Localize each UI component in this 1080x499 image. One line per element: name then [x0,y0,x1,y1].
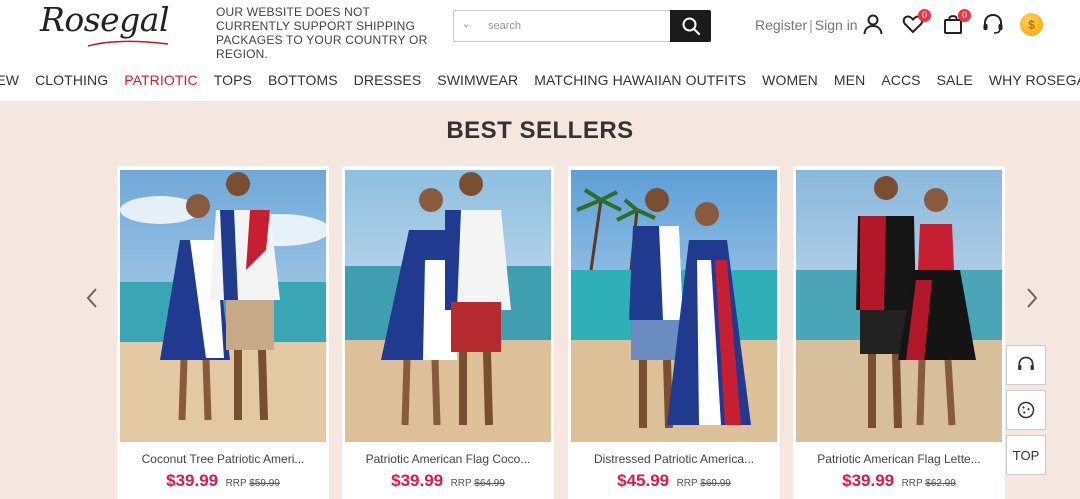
nav-item-women[interactable]: WOMEN [754,72,826,88]
rrp-price: $64.99 [474,478,505,489]
back-to-top-button[interactable]: TOP [1006,435,1046,475]
product-card[interactable]: Distressed Patriotic America... $45.99 R… [568,166,780,499]
product-card[interactable]: Patriotic American Flag Coco... $39.99 R… [342,166,554,499]
rrp-label: RRP [676,478,698,489]
nav-item-accs[interactable]: ACCS [873,72,928,88]
register-link[interactable]: Register [755,17,807,33]
nav-item-patriotic[interactable]: PATRIOTIC [116,72,206,88]
chevron-right-icon [1027,288,1038,308]
rrp-label: RRP [901,478,923,489]
headset-icon [1018,356,1034,370]
shipping-notice: OUR WEBSITE DOES NOT CURRENTLY SUPPORT S… [216,5,428,61]
auth-separator: | [809,17,813,33]
product-image[interactable] [571,170,777,442]
nav-item-bottoms[interactable]: BOTTOMS [260,72,346,88]
product-card[interactable]: Patriotic American Flag Lette... $39.99 … [793,166,1005,499]
rrp-price: $59.99 [249,478,280,489]
logo-swash-icon [88,40,168,47]
logo-text: Rosegal [40,0,170,39]
product-photo [120,170,326,442]
product-price: $39.99 [391,471,444,490]
search-bar: ⌄ [453,10,711,42]
cart-button[interactable]: 0 [941,9,971,36]
account-button[interactable] [861,12,885,36]
rrp-label: RRP [450,478,472,489]
search-button[interactable] [670,10,711,42]
nav-item-men[interactable]: MEN [826,72,873,88]
chevron-down-icon[interactable]: ⌄ [462,19,470,30]
section-title: BEST SELLERS [446,117,634,144]
price-row: $45.99 RRP $69.99 [568,471,780,491]
product-image[interactable] [120,170,326,442]
carousel-next-button[interactable] [1022,283,1042,313]
nav-item-matching-hawaiian-outfits[interactable]: MATCHING HAWAIIAN OUTFITS [526,72,754,88]
float-cookie-button[interactable] [1006,390,1046,430]
rosegal-logo[interactable]: Rosegal [40,0,170,47]
rrp-label: RRP [225,478,247,489]
product-image[interactable] [345,170,551,442]
back-to-top-label: TOP [1012,447,1040,463]
cookie-icon [1017,401,1035,419]
product-price: $39.99 [842,471,895,490]
product-card[interactable]: Coconut Tree Patriotic Ameri... $39.99 R… [117,166,329,499]
rrp-price: $69.99 [700,478,731,489]
search-input[interactable] [488,15,668,37]
best-sellers-section: BEST SELLERS Coconut Tree Patriotic Amer… [0,101,1080,499]
product-price: $45.99 [617,471,670,490]
nav-item-clothing[interactable]: CLOTHING [27,72,116,88]
auth-links: Register | Sign in [755,17,858,33]
rrp-price: $62.99 [925,478,956,489]
nav-item-dresses[interactable]: DRESSES [346,72,430,88]
product-name[interactable]: Coconut Tree Patriotic Ameri... [117,452,329,466]
product-photo [796,170,1002,442]
price-row: $39.99 RRP $59.99 [117,471,329,491]
headset-icon [983,13,1003,34]
nav-item-sale[interactable]: SALE [929,72,981,88]
product-name[interactable]: Patriotic American Flag Lette... [793,452,1005,466]
product-photo [571,170,777,442]
support-button[interactable] [981,12,1005,36]
product-price: $39.99 [166,471,219,490]
signin-link[interactable]: Sign in [815,17,858,33]
coin-icon[interactable]: $ [1020,13,1043,36]
user-icon [863,14,883,35]
nav-item-why-rosegal[interactable]: WHY ROSEGAL [981,72,1080,88]
site-header: Rosegal OUR WEBSITE DOES NOT CURRENTLY S… [0,0,1080,61]
cart-count-badge: 0 [958,9,971,22]
price-row: $39.99 RRP $64.99 [342,471,554,491]
product-photo [345,170,551,442]
carousel-prev-button[interactable] [82,283,102,313]
nav-item-swimwear[interactable]: SWIMWEAR [429,72,526,88]
float-support-button[interactable] [1006,345,1046,385]
nav-item-new[interactable]: NEW [0,72,27,88]
product-image[interactable] [796,170,1002,442]
product-name[interactable]: Distressed Patriotic America... [568,452,780,466]
search-icon [682,17,700,36]
main-nav: NEW CLOTHING PATRIOTIC TOPS BOTTOMS DRES… [0,60,1080,100]
chevron-left-icon [86,288,97,308]
nav-item-tops[interactable]: TOPS [206,72,260,88]
wishlist-count-badge: 0 [918,9,931,22]
price-row: $39.99 RRP $62.99 [793,471,1005,491]
wishlist-button[interactable]: 0 [901,9,931,36]
product-name[interactable]: Patriotic American Flag Coco... [342,452,554,466]
